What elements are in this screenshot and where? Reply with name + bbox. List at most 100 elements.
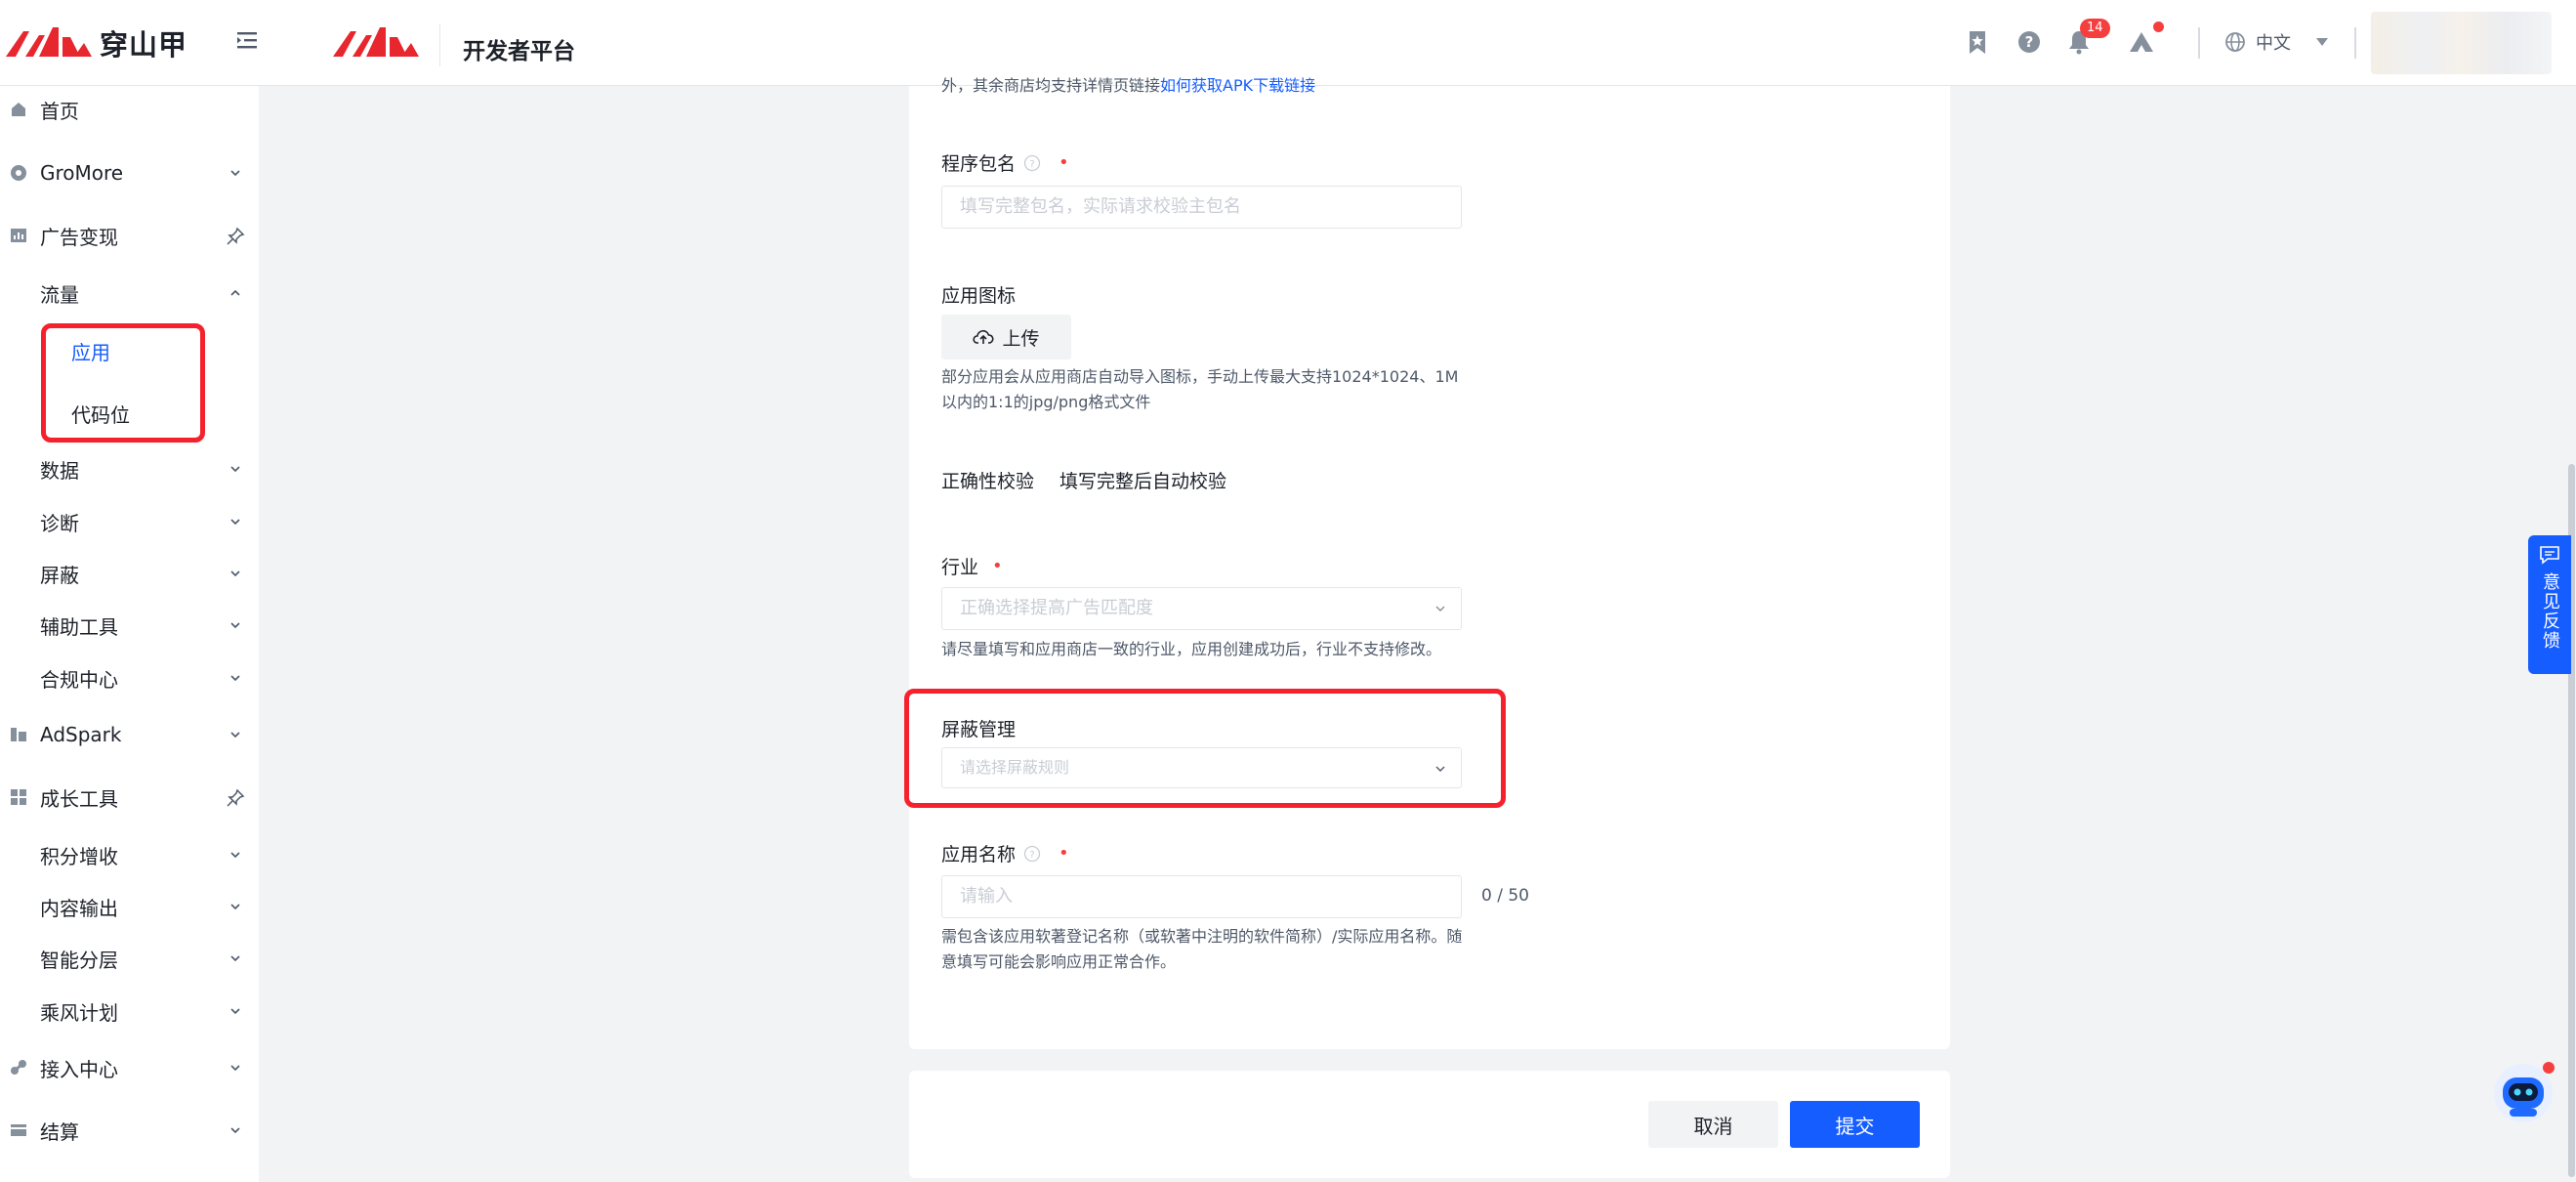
package-name-input[interactable]: 填写完整包名，实际请求校验主包名 <box>941 186 1462 229</box>
sidebar-item-label: 内容输出 <box>40 896 118 920</box>
chevron-down-icon <box>230 1008 240 1015</box>
user-avatar[interactable] <box>2371 12 2552 74</box>
upload-button-label: 上传 <box>1002 327 1040 350</box>
apk-link-help-link[interactable]: 如何获取APK下载链接 <box>1160 76 1315 95</box>
chevron-down-icon <box>230 732 240 739</box>
app-icon-help: 部分应用会从应用商店自动导入图标，手动上传最大支持1024*1024、1M 以内… <box>941 364 1458 415</box>
required-marker: • <box>992 556 1003 576</box>
cancel-button[interactable]: 取消 <box>1648 1101 1778 1148</box>
chevron-down-icon <box>230 955 240 962</box>
app-icon-label: 应用图标 <box>941 281 1016 308</box>
required-marker: • <box>1059 152 1069 173</box>
industry-select[interactable]: 正确选择提高广告匹配度 <box>941 587 1462 630</box>
chevron-down-icon <box>230 622 240 629</box>
brand-logo[interactable]: 穿山甲 <box>6 23 187 63</box>
sidebar-item-content-output[interactable]: 内容输出 <box>0 885 259 928</box>
sidebar-item-label: 智能分层 <box>40 948 118 972</box>
package-name-label-text: 程序包名 <box>941 153 1017 175</box>
chevron-down-icon <box>230 170 240 177</box>
app-name-label: 应用名称 ? • <box>941 840 1069 866</box>
bookmark-star-icon[interactable] <box>1963 27 1992 57</box>
verification-label: 正确性校验 <box>941 471 1035 492</box>
pangolin-logo-icon <box>6 27 92 57</box>
svg-text:?: ? <box>2025 33 2034 51</box>
home-icon <box>12 103 25 116</box>
industry-label: 行业 • <box>941 553 1003 579</box>
submit-button[interactable]: 提交 <box>1790 1101 1920 1148</box>
industry-label-text: 行业 <box>941 557 979 578</box>
download-link-help: 外，其余商店均支持详情页链接如何获取APK下载链接 <box>941 73 1315 99</box>
sidebar-item-label: 辅助工具 <box>40 614 118 639</box>
wallet-icon <box>11 1124 26 1136</box>
sidebar-item-gromore[interactable]: GroMore <box>0 151 259 194</box>
gromore-icon <box>11 165 26 181</box>
pin-icon[interactable] <box>225 226 246 247</box>
chevron-down-icon <box>230 519 240 526</box>
chevron-down-icon <box>230 675 240 682</box>
cloud-upload-icon <box>973 329 995 344</box>
sidebar-item-growth-tools[interactable]: 成长工具 <box>0 776 259 819</box>
sidebar-item-label: 首页 <box>40 99 79 123</box>
sidebar-item-label: 数据 <box>40 458 79 483</box>
chevron-down-icon <box>1435 766 1445 772</box>
brand-name: 穿山甲 <box>100 28 188 62</box>
sidebar-item-label: 合规中心 <box>40 667 118 692</box>
sidebar-item-adspark[interactable]: AdSpark <box>0 713 259 756</box>
sidebar-item-diagnosis[interactable]: 诊断 <box>0 500 259 543</box>
industry-select-placeholder: 正确选择提高广告匹配度 <box>960 598 1153 618</box>
chevron-down-icon <box>1435 606 1445 612</box>
sidebar-item-traffic[interactable]: 流量 <box>0 272 259 315</box>
sidebar-item-settlement[interactable]: 结算 <box>0 1109 259 1152</box>
menu-collapse-icon[interactable] <box>232 25 262 55</box>
question-circle-icon[interactable]: ? <box>1023 845 1041 863</box>
chevron-down-icon <box>230 466 240 473</box>
upload-button[interactable]: 上传 <box>941 315 1071 359</box>
app-icon-help-line: 部分应用会从应用商店自动导入图标，手动上传最大支持1024*1024、1M <box>941 367 1459 386</box>
header-separator <box>2354 27 2356 59</box>
sidebar-item-points[interactable]: 积分增收 <box>0 833 259 876</box>
update-dot <box>2153 21 2164 32</box>
sidebar-item-ad-monetization[interactable]: 广告变现 <box>0 214 259 257</box>
sidebar-item-data[interactable]: 数据 <box>0 447 259 490</box>
app-name-help-line: 意填写可能会影响应用正常合作。 <box>941 952 1177 971</box>
shield-management-label: 屏蔽管理 <box>941 715 1016 741</box>
sidebar-item-tailwind-plan[interactable]: 乘风计划 <box>0 990 259 1033</box>
mountain-icon[interactable] <box>2127 27 2156 57</box>
feedback-tab[interactable]: 意见反馈 <box>2528 535 2571 674</box>
annotation-highlight-box <box>41 323 205 443</box>
grid-icon <box>11 789 26 805</box>
chevron-down-icon <box>230 852 240 859</box>
assistant-robot-icon[interactable] <box>2490 1058 2556 1124</box>
help-icon[interactable]: ? <box>2015 27 2044 57</box>
svg-text:?: ? <box>1029 159 1034 170</box>
sidebar-item-smart-tiering[interactable]: 智能分层 <box>0 937 259 980</box>
shield-rule-select[interactable]: 请选择屏蔽规则 <box>941 747 1462 788</box>
pin-icon[interactable] <box>225 787 246 809</box>
character-counter: 0 / 50 <box>1481 886 1529 906</box>
app-name-input[interactable]: 请输入 <box>941 875 1462 918</box>
header-divider <box>439 23 440 66</box>
chevron-down-icon <box>230 570 240 577</box>
access-icon <box>11 1060 26 1075</box>
sidebar-item-label: 积分增收 <box>40 844 118 868</box>
required-marker: • <box>1059 843 1069 864</box>
app-name-help: 需包含该应用软著登记名称（或软著中注明的软件简称）/实际应用名称。随 意填写可能… <box>941 924 1462 975</box>
chevron-down-icon <box>230 904 240 910</box>
language-label: 中文 <box>2256 33 2291 54</box>
sidebar-item-tools[interactable]: 辅助工具 <box>0 604 259 647</box>
sidebar-item-compliance[interactable]: 合规中心 <box>0 656 259 699</box>
sidebar-item-shield[interactable]: 屏蔽 <box>0 552 259 595</box>
sidebar-item-label: 诊断 <box>40 511 79 535</box>
sidebar-item-label: 成长工具 <box>40 786 118 811</box>
feedback-icon <box>2540 546 2559 565</box>
sidebar-item-label: 结算 <box>40 1119 79 1144</box>
language-switcher[interactable]: 中文 <box>2224 29 2330 55</box>
sidebar-item-label: 流量 <box>40 282 79 307</box>
sidebar-item-label: AdSpark <box>40 723 122 746</box>
question-circle-icon[interactable]: ? <box>1023 154 1041 172</box>
chevron-up-icon <box>230 289 240 296</box>
app-icon-label-text: 应用图标 <box>941 285 1017 307</box>
industry-help: 请尽量填写和应用商店一致的行业，应用创建成功后，行业不支持修改。 <box>941 640 1442 658</box>
sidebar-item-access-center[interactable]: 接入中心 <box>0 1046 259 1089</box>
sidebar-item-home[interactable]: 首页 <box>0 88 259 131</box>
